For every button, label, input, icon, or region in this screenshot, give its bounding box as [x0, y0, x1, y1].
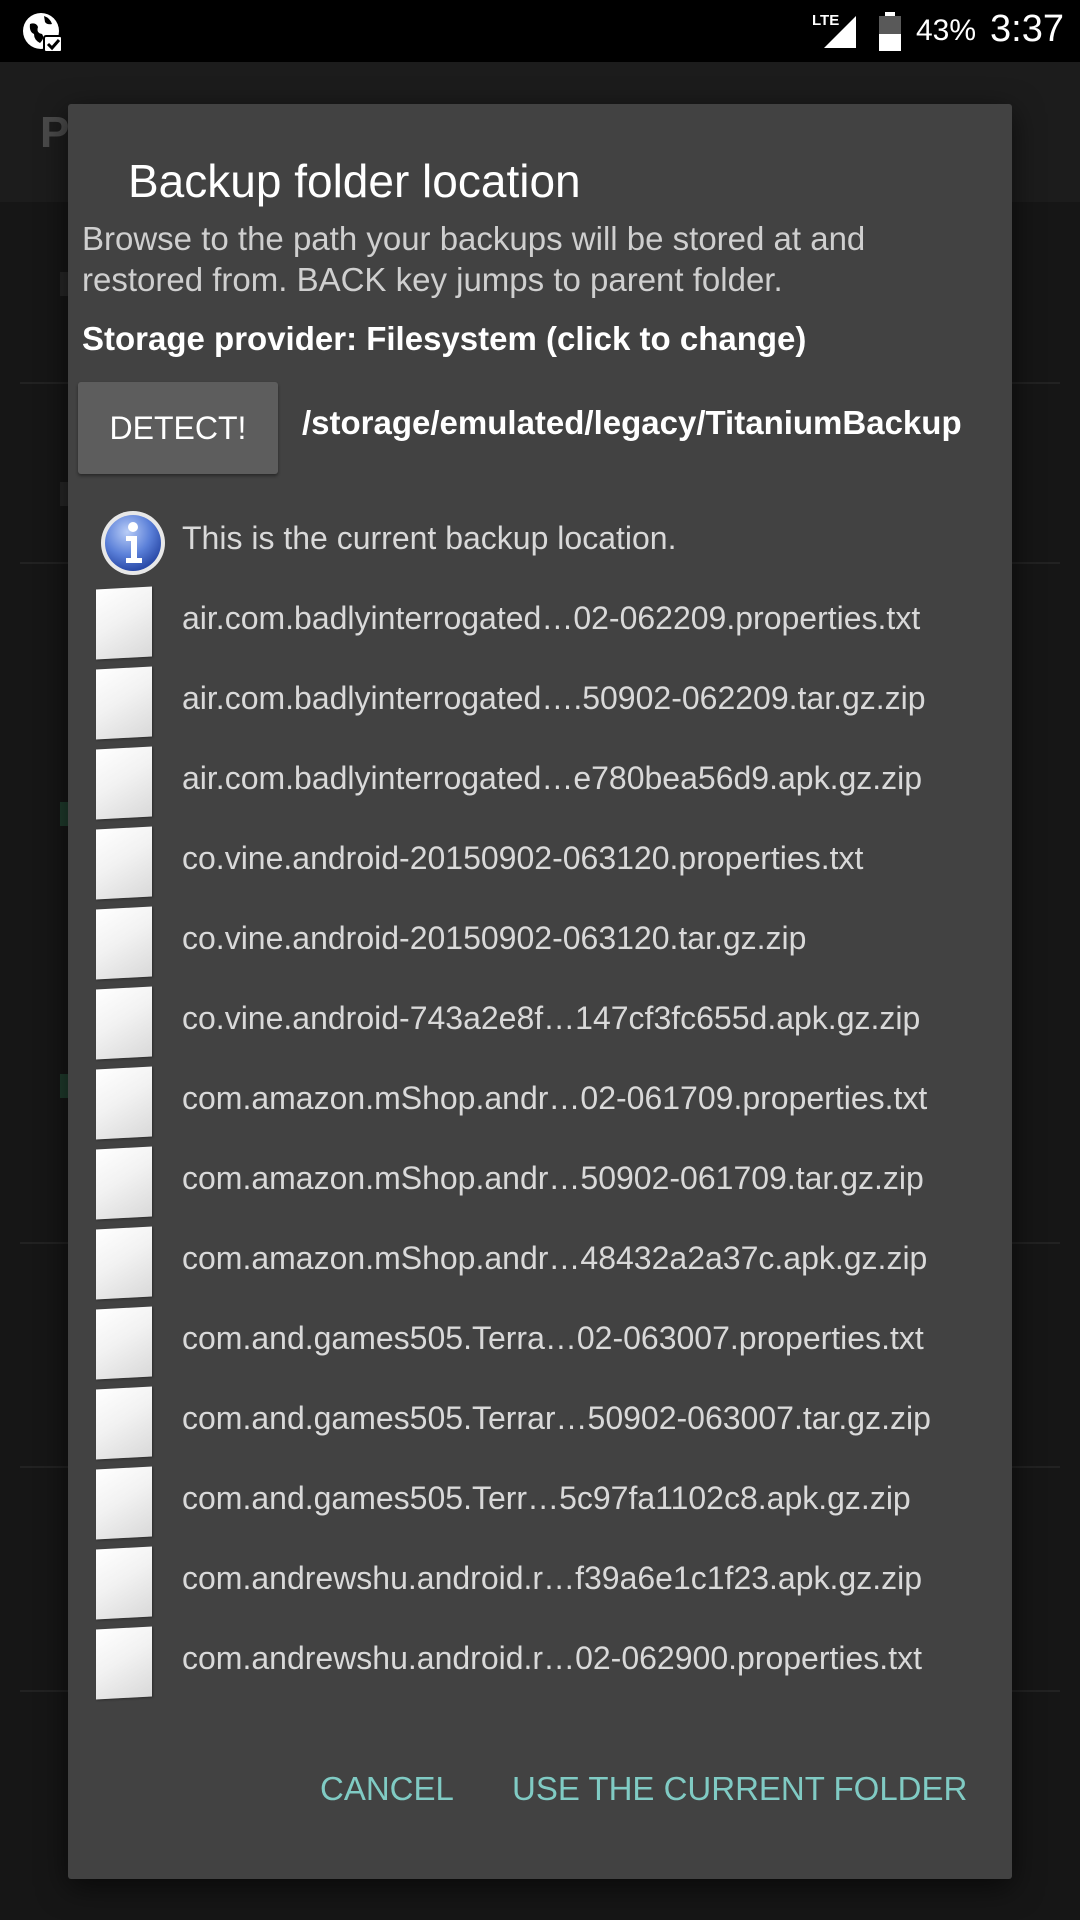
file-icon — [96, 586, 152, 660]
file-list-item[interactable]: co.vine.android-743a2e8f…147cf3fc655d.ap… — [68, 982, 1012, 1062]
file-name: com.and.games505.Terr…5c97fa1102c8.apk.g… — [182, 1480, 911, 1516]
vpn-globe-icon — [23, 13, 63, 53]
background-title: P — [40, 108, 70, 157]
screen: LTE 43% 3:37 P Backup folder location Br… — [0, 0, 1080, 1920]
file-list-item[interactable]: co.vine.android-20150902-063120.properti… — [68, 822, 1012, 902]
status-bar: LTE 43% 3:37 — [0, 0, 1080, 62]
file-name: co.vine.android-20150902-063120.tar.gz.z… — [182, 920, 807, 956]
file-icon — [96, 1386, 152, 1460]
file-name: co.vine.android-20150902-063120.properti… — [182, 840, 864, 876]
file-name: air.com.badlyinterrogated…e780bea56d9.ap… — [182, 760, 923, 796]
info-text: This is the current backup location. — [182, 520, 677, 556]
dialog-title: Backup folder location — [128, 155, 581, 207]
file-list-item[interactable]: com.amazon.mShop.andr…48432a2a37c.apk.gz… — [68, 1222, 1012, 1302]
file-icon — [96, 986, 152, 1060]
file-list-item[interactable]: com.amazon.mShop.andr…50902-061709.tar.g… — [68, 1142, 1012, 1222]
file-icon — [96, 666, 152, 740]
file-icon — [96, 1066, 152, 1140]
file-name: com.amazon.mShop.andr…02-061709.properti… — [182, 1080, 928, 1116]
storage-provider-selector[interactable]: Storage provider: Filesystem (click to c… — [82, 320, 806, 358]
file-list-item[interactable]: com.and.games505.Terr…5c97fa1102c8.apk.g… — [68, 1462, 1012, 1542]
file-list-item[interactable]: air.com.badlyinterrogated…02-062209.prop… — [68, 582, 1012, 662]
current-path: /storage/emulated/legacy/TitaniumBackup — [302, 404, 962, 441]
file-name: com.amazon.mShop.andr…48432a2a37c.apk.gz… — [182, 1240, 928, 1276]
file-name: com.andrewshu.android.r…f39a6e1c1f23.apk… — [182, 1560, 922, 1596]
file-list-item[interactable]: air.com.badlyinterrogated…e780bea56d9.ap… — [68, 742, 1012, 822]
signal-icon — [824, 16, 856, 48]
file-list-item[interactable]: air.com.badlyinterrogated….50902-062209.… — [68, 662, 1012, 742]
file-icon — [96, 746, 152, 820]
file-name: air.com.badlyinterrogated….50902-062209.… — [182, 680, 926, 716]
file-list-item[interactable]: co.vine.android-20150902-063120.tar.gz.z… — [68, 902, 1012, 982]
detect-button[interactable]: DETECT! — [78, 382, 278, 474]
backup-folder-dialog: Backup folder location Browse to the pat… — [68, 104, 1012, 1879]
file-icon — [96, 1546, 152, 1620]
file-name: com.and.games505.Terrar…50902-063007.tar… — [182, 1400, 931, 1436]
info-icon — [101, 511, 165, 575]
file-list-item[interactable]: com.andrewshu.android.r…02-062900.proper… — [68, 1622, 1012, 1702]
file-icon — [96, 1466, 152, 1540]
clock: 3:37 — [990, 8, 1064, 50]
battery-icon — [879, 12, 901, 51]
cancel-button[interactable]: CANCEL — [320, 1770, 454, 1808]
file-name: com.amazon.mShop.andr…50902-061709.tar.g… — [182, 1160, 924, 1196]
file-list-item[interactable]: com.and.games505.Terrar…50902-063007.tar… — [68, 1382, 1012, 1462]
file-list-item[interactable]: com.andrewshu.android.r…f39a6e1c1f23.apk… — [68, 1542, 1012, 1622]
file-name: com.andrewshu.android.r…02-062900.proper… — [182, 1640, 922, 1676]
file-icon — [96, 906, 152, 980]
file-icon — [96, 826, 152, 900]
dialog-description: Browse to the path your backups will be … — [82, 220, 866, 298]
file-list-item[interactable]: com.and.games505.Terra…02-063007.propert… — [68, 1302, 1012, 1382]
file-name: co.vine.android-743a2e8f…147cf3fc655d.ap… — [182, 1000, 921, 1036]
use-current-folder-button[interactable]: USE THE CURRENT FOLDER — [512, 1770, 967, 1808]
file-icon — [96, 1226, 152, 1300]
file-list-item[interactable]: com.amazon.mShop.andr…02-061709.properti… — [68, 1062, 1012, 1142]
battery-percent: 43% — [916, 14, 977, 47]
info-row: This is the current backup location. — [68, 502, 1012, 582]
file-icon — [96, 1146, 152, 1220]
file-name: air.com.badlyinterrogated…02-062209.prop… — [182, 600, 921, 636]
file-name: com.and.games505.Terra…02-063007.propert… — [182, 1320, 924, 1356]
file-icon — [96, 1306, 152, 1380]
file-icon — [96, 1626, 152, 1700]
